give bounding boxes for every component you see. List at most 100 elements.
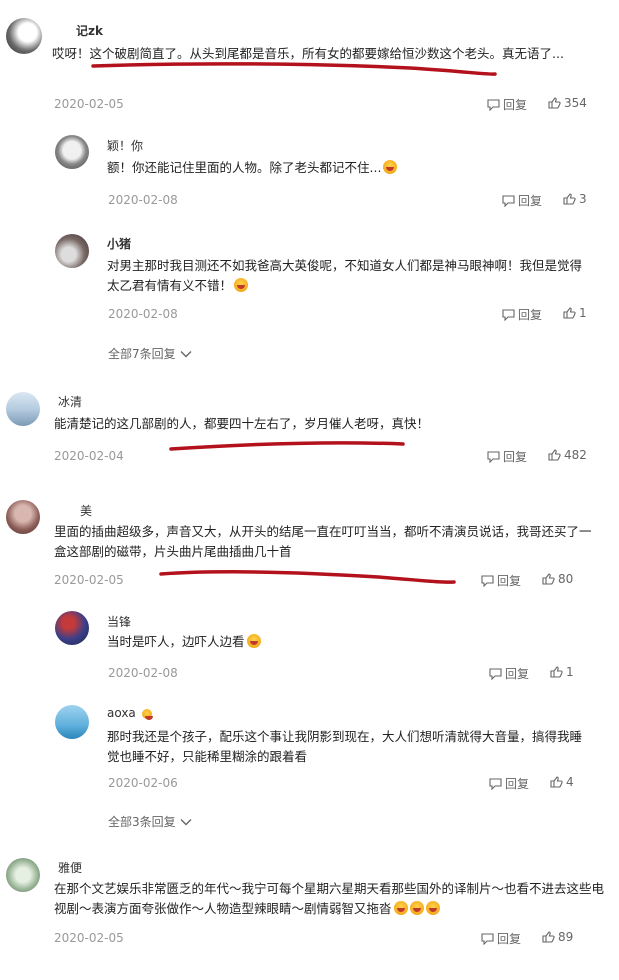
red-underline (159, 570, 456, 584)
comment-text: 在那个文艺娱乐非常匮乏的年代～我宁可每个星期六星期天看那些国外的译制片～也看不进… (54, 879, 604, 919)
like-button[interactable]: 3 (563, 192, 587, 206)
thumb-up-icon (548, 97, 561, 109)
username[interactable]: 小猪 (107, 235, 131, 252)
laughing-emoji-icon (409, 901, 424, 915)
reply-text: 那时我还是个孩子，配乐这个事让我阴影到现在，大人们想听清就得大音量，搞得我睡觉也… (107, 729, 583, 764)
like-button[interactable]: 80 (542, 572, 573, 586)
laughing-emoji-icon (234, 278, 249, 292)
reply-label: 回复 (518, 308, 543, 322)
expand-replies-label: 全部7条回复 (108, 347, 176, 361)
expand-replies-button[interactable]: 全部3条回复 (108, 813, 192, 830)
reply-button[interactable]: 回复 (502, 192, 542, 209)
laughing-emoji-icon (383, 160, 398, 174)
reply-text-content: 当时是吓人，边吓人边看 (107, 634, 245, 649)
avatar[interactable] (6, 500, 40, 534)
like-count: 1 (566, 665, 574, 679)
reply-label: 回复 (505, 777, 530, 791)
laughing-emoji-icon (246, 634, 261, 648)
reply-button[interactable]: 回复 (502, 306, 542, 323)
username[interactable]: 颖！你 (107, 137, 143, 154)
like-count: 80 (558, 572, 574, 586)
reply-text-content: 对男主那时我目测还不如我爸高大英俊呢，不知道女人们都是神马眼神啊！我但是觉得太乙… (107, 258, 583, 293)
like-button[interactable]: 4 (550, 775, 574, 789)
thumb-up-icon (548, 449, 561, 461)
laughing-emoji-icon (393, 901, 408, 915)
username[interactable]: 冰清 (58, 393, 82, 410)
reply-label: 回复 (497, 574, 522, 588)
comment-icon (502, 194, 515, 207)
like-button[interactable]: 1 (563, 306, 587, 320)
chevron-down-icon (180, 818, 192, 825)
comment-text: 里面的插曲超级多，声音又大，从开头的结尾一直在叮叮当当，都听不清演员说话，我哥还… (54, 524, 592, 559)
thumb-up-icon (550, 666, 563, 678)
like-count: 354 (564, 96, 587, 110)
avatar[interactable] (55, 135, 89, 169)
like-button[interactable]: 1 (550, 665, 574, 679)
avatar[interactable] (55, 234, 89, 268)
avatar[interactable] (6, 18, 42, 54)
red-underline (169, 441, 405, 451)
comment-icon (487, 450, 500, 463)
red-underline (91, 62, 497, 76)
like-count: 4 (566, 775, 574, 789)
reply-date: 2020-02-08 (108, 307, 178, 321)
reply-button[interactable]: 回复 (487, 96, 527, 113)
username[interactable]: aoxa (107, 706, 153, 720)
reply-text: 额！你还能记住里面的人物。除了老头都记不住... (107, 158, 587, 178)
comment-date: 2020-02-05 (54, 97, 124, 111)
reply-text: 对男主那时我目测还不如我爸高大英俊呢，不知道女人们都是神马眼神啊！我但是觉得太乙… (107, 256, 592, 296)
comment-icon (487, 98, 500, 111)
thumb-up-icon (550, 776, 563, 788)
laughing-emoji-icon (425, 901, 440, 915)
like-count: 1 (579, 306, 587, 320)
reply-button[interactable]: 回复 (489, 665, 529, 682)
username[interactable]: 雅便 (58, 859, 82, 876)
avatar[interactable] (6, 392, 40, 426)
thumb-up-icon (563, 307, 576, 319)
comment-icon (489, 667, 502, 680)
expand-replies-button[interactable]: 全部7条回复 (108, 345, 192, 362)
username[interactable]: 当锋 (107, 613, 131, 630)
reply-text: 当时是吓人，边吓人边看 (107, 632, 587, 652)
username[interactable]: 美 (80, 502, 92, 519)
thumb-up-icon (563, 193, 576, 205)
like-count: 3 (579, 192, 587, 206)
reply-label: 回复 (518, 194, 543, 208)
reply-date: 2020-02-06 (108, 776, 178, 790)
like-count: 89 (558, 930, 574, 944)
reply-text-content: 额！你还能记住里面的人物。除了老头都记不住... (107, 160, 382, 175)
avatar[interactable] (55, 705, 89, 739)
comment-icon (481, 574, 494, 587)
username[interactable]: 记zk (76, 22, 103, 39)
reply-label: 回复 (505, 667, 530, 681)
reply-button[interactable]: 回复 (489, 775, 529, 792)
like-button[interactable]: 354 (548, 96, 587, 110)
thumb-up-icon (542, 931, 555, 943)
reply-button[interactable]: 回复 (481, 572, 521, 589)
comment-date: 2020-02-05 (54, 573, 124, 587)
badge-icon (141, 709, 153, 720)
comment-date: 2020-02-05 (54, 931, 124, 945)
reply-button[interactable]: 回复 (481, 930, 521, 947)
expand-replies-label: 全部3条回复 (108, 815, 176, 829)
comment-text-content: 在那个文艺娱乐非常匮乏的年代～我宁可每个星期六星期天看那些国外的译制片～也看不进… (54, 881, 605, 916)
reply-button[interactable]: 回复 (487, 448, 527, 465)
avatar[interactable] (55, 611, 89, 645)
like-button[interactable]: 482 (548, 448, 587, 462)
comment-text: 能清楚记的这几部剧的人，都要四十左右了，岁月催人老呀，真快！ (54, 416, 430, 431)
thumb-up-icon (542, 573, 555, 585)
reply-label: 回复 (497, 932, 522, 946)
reply-label: 回复 (503, 98, 528, 112)
comment-icon (489, 777, 502, 790)
reply-label: 回复 (503, 450, 528, 464)
avatar[interactable] (6, 858, 40, 892)
username-text: aoxa (107, 706, 136, 720)
comment-icon (502, 308, 515, 321)
chevron-down-icon (180, 350, 192, 357)
reply-date: 2020-02-08 (108, 666, 178, 680)
like-count: 482 (564, 448, 587, 462)
like-button[interactable]: 89 (542, 930, 573, 944)
comment-icon (481, 932, 494, 945)
comment-date: 2020-02-04 (54, 449, 124, 463)
reply-date: 2020-02-08 (108, 193, 178, 207)
